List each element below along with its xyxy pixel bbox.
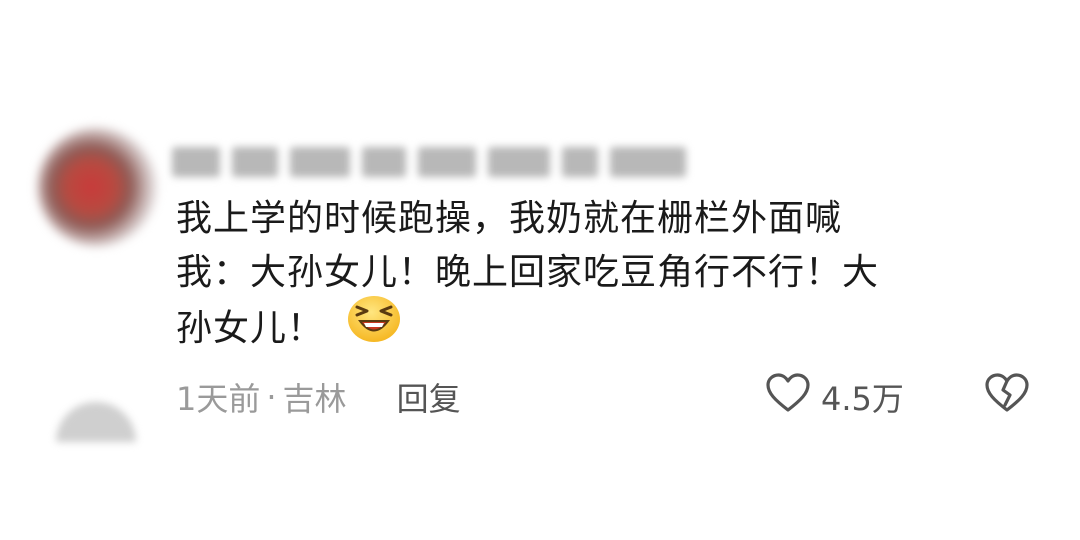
like-button[interactable]: 4.5万: [765, 372, 904, 422]
meta-separator: ·: [266, 378, 277, 416]
avatar[interactable]: [38, 128, 156, 246]
comment-line-text: 孙女儿！: [176, 308, 325, 349]
comment-line: 我上学的时候跑操，我奶就在栅栏外面喊: [176, 198, 843, 239]
comment-location: 吉林: [282, 380, 347, 418]
comment-meta: 1天前 · 吉林 回复: [176, 374, 461, 420]
like-count: 4.5万: [821, 380, 904, 418]
heart-outline-icon[interactable]: [765, 372, 811, 422]
reply-button[interactable]: 回复: [397, 374, 461, 420]
laughing-squint-emoji-icon: [346, 292, 402, 360]
broken-heart-icon[interactable]: [984, 373, 1030, 418]
comment-line: 我：大孙女儿！晚上回家吃豆角行不行！大: [176, 252, 880, 293]
screenshot-stage: 我上学的时候跑操，我奶就在栅栏外面喊 我：大孙女儿！晚上回家吃豆角行不行！大 孙…: [0, 0, 1080, 540]
username-blurred[interactable]: [172, 140, 692, 184]
comment-time: 1天前: [176, 380, 261, 418]
comment-line-last: 孙女儿！: [176, 296, 1026, 360]
comment-text: 我上学的时候跑操，我奶就在栅栏外面喊 我：大孙女儿！晚上回家吃豆角行不行！大 孙…: [176, 192, 1026, 360]
dislike-button[interactable]: [984, 372, 1030, 418]
